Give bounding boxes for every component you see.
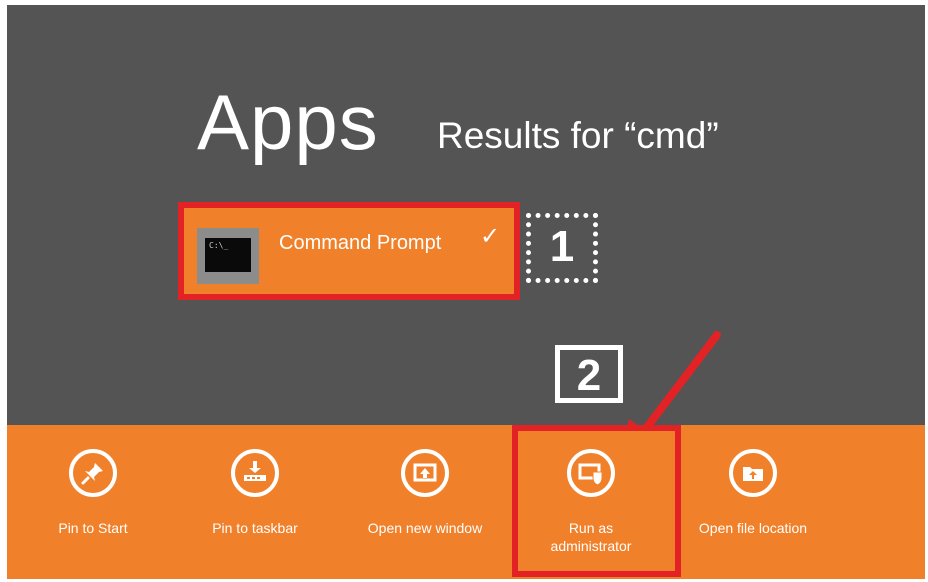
open-file-location-label: Open file location <box>698 520 808 536</box>
checkmark-icon: ✓ <box>480 223 501 250</box>
run-as-admin-icon <box>567 449 615 497</box>
pin-to-taskbar-label: Pin to taskbar <box>212 520 298 536</box>
result-label: Command Prompt <box>279 232 442 254</box>
open-new-window-button[interactable]: Open new window <box>365 449 485 537</box>
pin-icon <box>69 449 117 497</box>
start-screen: Apps Results for “cmd” C:\_ Command Prom… <box>7 5 925 579</box>
page-title: Apps <box>197 78 379 166</box>
pin-taskbar-icon <box>231 449 279 497</box>
terminal-icon-text: C:\_ <box>209 241 229 250</box>
step-1-badge: 1 <box>526 213 598 283</box>
pin-to-taskbar-button[interactable]: Pin to taskbar <box>195 449 315 537</box>
run-as-administrator-label: Run as administrator <box>550 520 632 554</box>
search-results-subtitle: Results for “cmd” <box>437 115 719 156</box>
app-bar: Pin to Start Pin to taskbar Open new win… <box>7 425 925 579</box>
open-new-window-label: Open new window <box>367 520 483 536</box>
pin-to-start-button[interactable]: Pin to Start <box>33 449 153 537</box>
pin-to-start-label: Pin to Start <box>58 520 128 536</box>
folder-icon <box>729 449 777 497</box>
new-window-icon <box>401 449 449 497</box>
search-results-area: Apps Results for “cmd” C:\_ Command Prom… <box>7 5 925 461</box>
run-as-administrator-button[interactable]: Run as administrator <box>531 449 651 555</box>
open-file-location-button[interactable]: Open file location <box>693 449 813 537</box>
terminal-icon: C:\_ <box>197 228 259 284</box>
command-prompt-result-tile[interactable]: C:\_ Command Prompt ✓ <box>178 202 520 300</box>
